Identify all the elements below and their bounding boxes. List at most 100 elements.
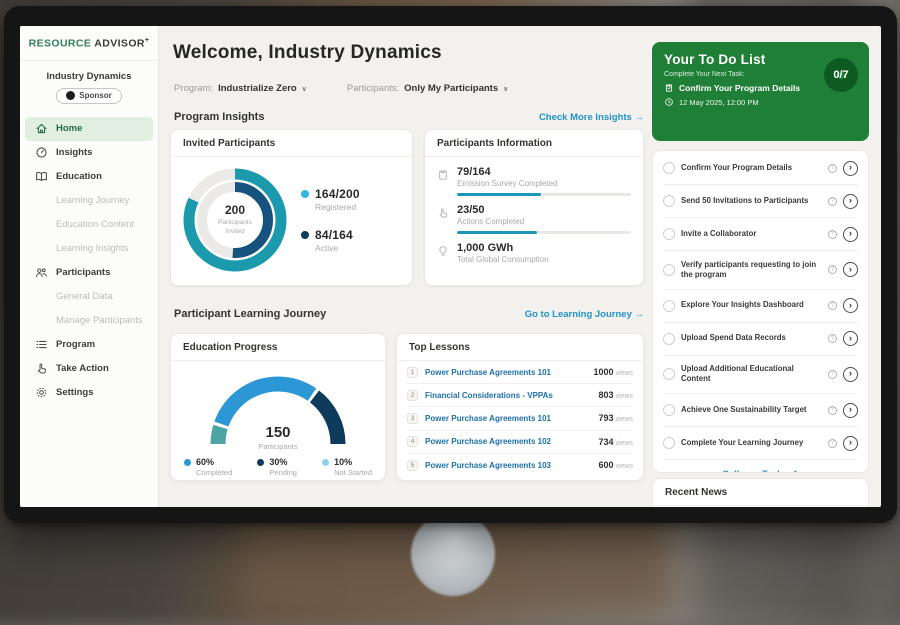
task-checkbox[interactable] <box>663 300 675 312</box>
program-filter-dropdown[interactable]: Program: Industrialize Zero ∨ <box>174 83 307 94</box>
sidebar-item[interactable]: Home <box>25 117 153 141</box>
sidebar-item-label: Settings <box>56 387 93 398</box>
clock-icon <box>664 97 674 107</box>
lesson-link[interactable]: Financial Considerations - VPPAs <box>425 391 591 400</box>
lesson-link[interactable]: Power Purchase Agreements 101 <box>425 368 586 377</box>
home-icon <box>35 122 48 135</box>
help-icon[interactable]: ? <box>828 265 837 274</box>
help-icon[interactable]: ? <box>828 197 837 206</box>
check-more-insights-link[interactable]: Check More Insights → <box>539 112 644 123</box>
task-row: Achieve One Sustainability Target ? › <box>663 394 858 427</box>
help-icon[interactable]: ? <box>828 301 837 310</box>
lesson-views: 734views <box>598 437 633 447</box>
chevron-right-button[interactable]: › <box>843 436 858 451</box>
page-title: Welcome, Industry Dynamics <box>173 42 442 64</box>
participants-icon <box>35 266 48 279</box>
go-to-learning-journey-link[interactable]: Go to Learning Journey → <box>525 309 644 320</box>
chevron-right-button[interactable]: › <box>843 403 858 418</box>
stat-row: 1,000 GWh Total Global Consumption <box>437 242 631 264</box>
todo-task-list: Confirm Your Program Details ? › Send 50… <box>652 150 869 473</box>
chevron-right-button[interactable]: › <box>843 262 858 277</box>
monitor-stand <box>411 512 495 596</box>
sidebar-item[interactable]: Settings <box>20 381 158 405</box>
registered-label: Registered <box>315 202 360 212</box>
lesson-row: 1 Power Purchase Agreements 101 1000view… <box>407 361 633 384</box>
sidebar-item[interactable]: Insights <box>20 141 158 165</box>
chevron-right-button[interactable]: › <box>843 227 858 242</box>
lesson-views: 600views <box>598 460 633 470</box>
task-checkbox[interactable] <box>663 195 675 207</box>
chevron-right-button[interactable]: › <box>843 367 858 382</box>
stat-value: 23/50 <box>457 204 631 216</box>
task-label: Achieve One Sustainability Target <box>681 405 822 415</box>
help-icon[interactable]: ? <box>828 230 837 239</box>
sidebar-item[interactable]: Education Content <box>20 213 158 237</box>
task-checkbox[interactable] <box>663 333 675 345</box>
task-checkbox[interactable] <box>663 228 675 240</box>
sidebar-item[interactable]: Manage Participants <box>20 309 158 333</box>
task-checkbox[interactable] <box>663 368 675 380</box>
arrow-right-icon: → <box>635 112 645 123</box>
monitor-bezel: RESOURCE ADVISOR+ Industry Dynamics Spon… <box>4 6 897 523</box>
lesson-link[interactable]: Power Purchase Agreements 101 <box>425 414 591 423</box>
sidebar-item-label: Learning Insights <box>56 243 128 254</box>
task-checkbox[interactable] <box>663 404 675 416</box>
sidebar: RESOURCE ADVISOR+ Industry Dynamics Spon… <box>20 26 159 507</box>
program-icon <box>35 338 48 351</box>
sidebar-item[interactable]: Education <box>20 165 158 189</box>
chevron-right-button[interactable]: › <box>843 161 858 176</box>
task-checkbox[interactable] <box>663 437 675 449</box>
lesson-views: 793views <box>598 413 633 423</box>
sidebar-item[interactable]: Learning Insights <box>20 237 158 261</box>
lesson-row: 4 Power Purchase Agreements 102 734views <box>407 431 633 454</box>
settings-icon <box>35 386 48 399</box>
card-title: Top Lessons <box>397 334 643 361</box>
task-label: Upload Additional Educational Content <box>681 364 822 385</box>
help-icon[interactable]: ? <box>828 406 837 415</box>
sponsor-badge[interactable]: Sponsor <box>56 88 121 104</box>
sidebar-item[interactable]: Learning Journey <box>20 189 158 213</box>
card-title: Invited Participants <box>171 130 412 157</box>
sidebar-item[interactable]: General Data <box>20 285 158 309</box>
sidebar-item-label: Education Content <box>56 219 134 230</box>
todo-due-date: 12 May 2025, 12:00 PM <box>679 98 759 107</box>
sidebar-item[interactable]: Program <box>20 333 158 357</box>
sidebar-item-label: Take Action <box>56 363 109 374</box>
clipboard-icon <box>664 83 674 93</box>
help-icon[interactable]: ? <box>828 370 837 379</box>
lesson-views: 803views <box>598 390 633 400</box>
recent-news-card: Recent News <box>652 478 869 507</box>
gauge-legend: 60% Completed 30% Pending 10% <box>171 452 385 477</box>
lesson-row: 2 Financial Considerations - VPPAs 803vi… <box>407 384 633 407</box>
task-label: Invite a Collaborator <box>681 229 822 239</box>
sidebar-item[interactable]: Participants <box>20 261 158 285</box>
card-title: Education Progress <box>171 334 385 361</box>
help-icon[interactable]: ? <box>828 164 837 173</box>
task-checkbox[interactable] <box>663 162 675 174</box>
take-action-icon <box>35 362 48 375</box>
task-label: Explore Your Insights Dashboard <box>681 300 822 310</box>
logo-primary: RESOURCE <box>29 38 92 50</box>
chevron-right-button[interactable]: › <box>843 331 858 346</box>
chevron-right-button[interactable]: › <box>843 298 858 313</box>
participants-filter-dropdown[interactable]: Participants: Only My Participants ∨ <box>347 83 508 94</box>
gauge-legend-item: 30% Pending <box>257 457 297 477</box>
lesson-link[interactable]: Power Purchase Agreements 102 <box>425 437 591 446</box>
sidebar-item[interactable]: Take Action <box>20 357 158 381</box>
task-row: Complete Your Learning Journey ? › <box>663 427 858 460</box>
collapse-tasks-link[interactable]: Collapse Tasks ∧ <box>663 460 858 473</box>
sidebar-item-label: Manage Participants <box>56 315 143 326</box>
task-label: Send 50 Invitations to Participants <box>681 196 822 206</box>
gauge-legend-item: 60% Completed <box>184 457 232 477</box>
app-logo[interactable]: RESOURCE ADVISOR+ <box>20 26 158 50</box>
help-icon[interactable]: ? <box>828 439 837 448</box>
legend-percent: 30% <box>269 457 297 467</box>
lesson-link[interactable]: Power Purchase Agreements 103 <box>425 461 591 470</box>
program-insights-header: Program Insights Check More Insights → <box>174 111 644 123</box>
gauge-center-label: Participants <box>193 442 363 451</box>
help-icon[interactable]: ? <box>828 334 837 343</box>
task-checkbox[interactable] <box>663 264 675 276</box>
chevron-right-button[interactable]: › <box>843 194 858 209</box>
sidebar-menu: Home Insights Education Learning Journey… <box>20 117 158 405</box>
donut-center-value: 200 <box>225 203 245 217</box>
